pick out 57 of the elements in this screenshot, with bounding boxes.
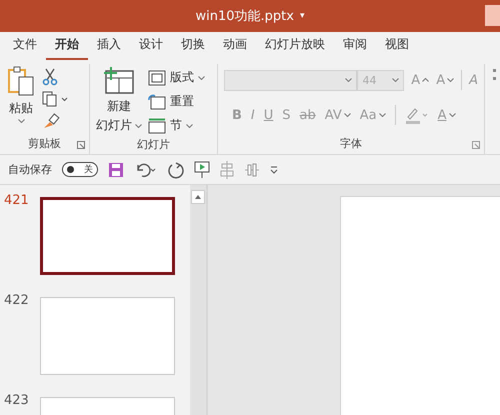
caret-icon[interactable] [422,78,430,82]
caret-icon[interactable] [344,113,351,117]
font-name-field[interactable] [224,70,358,90]
bullets-icon[interactable] [493,68,497,82]
window-title: win10功能.pptx [196,8,294,25]
caret-icon[interactable] [18,119,24,123]
layout-icon [148,70,166,86]
dialog-launcher-icon[interactable] [472,141,480,149]
group-label: 字体 [340,136,362,152]
slide-number: 423 [3,393,30,409]
save-icon[interactable] [108,162,124,178]
new-slide-icon [103,66,135,96]
caret-icon[interactable] [447,78,454,82]
ribbon-tab[interactable]: 动画 [214,36,256,60]
slideshow-icon[interactable] [194,160,210,178]
section-icon [148,118,166,134]
slide-number: 422 [3,293,30,309]
group-label: 剪贴板 [28,136,61,152]
caret-icon[interactable] [198,76,205,80]
paste-button[interactable]: 粘贴 [6,64,36,134]
autosave-toggle[interactable]: 关 [62,162,98,177]
title-caret[interactable]: ▾ [300,11,304,21]
customize-caret-icon[interactable] [270,166,278,174]
reset-button[interactable]: 重置 [148,92,205,111]
scroll-up-button[interactable] [191,190,206,204]
ribbon-tab[interactable]: 切换 [172,36,214,60]
ribbon-tab[interactable]: 文件 [4,36,46,60]
layout-button[interactable]: 版式 [148,68,205,87]
caret-icon[interactable] [345,78,352,82]
autosave-label: 自动保存 [8,162,52,177]
ribbon-tab[interactable]: 设计 [130,36,172,60]
ribbon-tab[interactable]: 视图 [376,36,418,60]
copy-icon[interactable] [42,91,68,107]
slide-thumbnail[interactable] [40,197,175,275]
slide-number: 421 [3,193,30,209]
new-slide-button[interactable]: 新建 幻灯片 [96,64,142,135]
ribbon-tab[interactable]: 插入 [88,36,130,60]
distribute-icon[interactable] [244,162,260,176]
section-button[interactable]: 节 [148,116,205,135]
ribbon-tab[interactable]: 幻灯片放映 [256,36,334,60]
caret-icon[interactable] [135,124,142,128]
reset-icon [148,94,166,110]
caret-icon[interactable] [448,113,456,117]
clipboard-icon [6,66,36,98]
align-icon[interactable] [220,160,234,178]
group-label: 幻灯片 [137,137,170,153]
highlighter-icon[interactable] [404,106,429,124]
caret-icon[interactable] [378,113,386,117]
scrollbar[interactable] [190,185,206,415]
dialog-launcher-icon[interactable] [77,141,85,149]
ribbon-tab[interactable]: 开始 [46,36,88,60]
caret-icon[interactable] [186,124,193,128]
ribbon-tab[interactable]: 审阅 [334,36,376,60]
paintbrush-icon[interactable] [42,112,60,130]
redo-icon[interactable] [168,160,184,178]
scissors-icon[interactable] [42,68,58,86]
up-arrow-icon [195,195,202,199]
